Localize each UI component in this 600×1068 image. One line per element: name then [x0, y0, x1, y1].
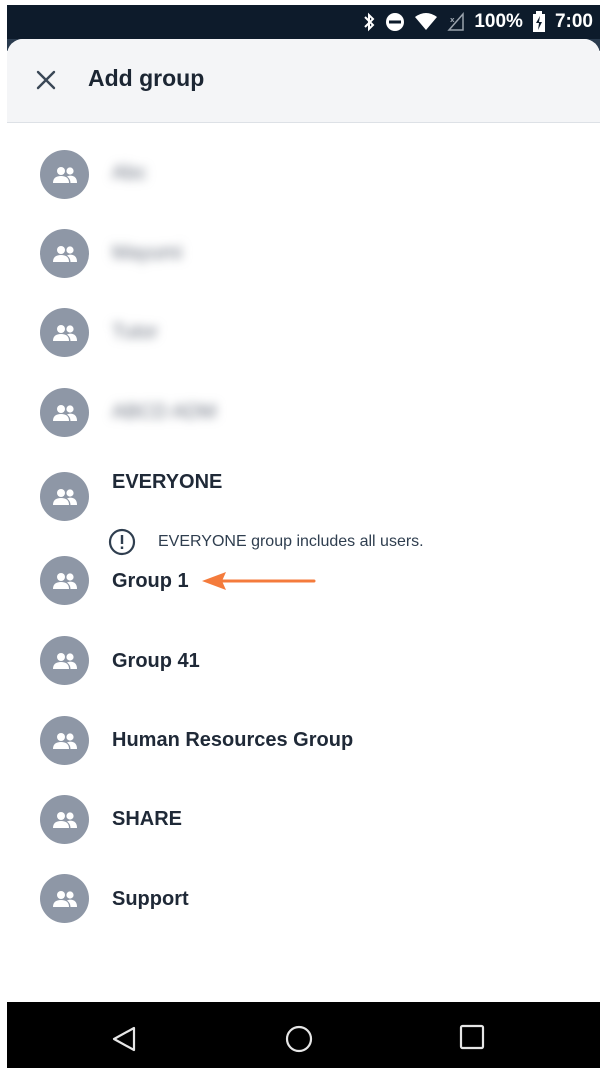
- sheet-header: Add group: [7, 39, 600, 123]
- cell-signal-icon: x: [447, 12, 465, 32]
- bluetooth-icon: [362, 12, 376, 32]
- group-icon: [52, 404, 77, 421]
- wifi-icon: [414, 12, 438, 32]
- back-triangle-icon: [112, 1026, 136, 1052]
- group-avatar: [40, 150, 89, 199]
- group-icon: [52, 245, 77, 262]
- group-avatar: [40, 388, 89, 437]
- group-label: Mayumi: [112, 242, 183, 264]
- svg-text:x: x: [450, 16, 455, 24]
- group-avatar: [40, 556, 89, 605]
- group-label: Tutor: [112, 321, 158, 343]
- clock: 7:00: [554, 11, 593, 32]
- everyone-notice: EVERYONE group includes all users.: [108, 528, 424, 556]
- group-avatar: [40, 636, 89, 685]
- group-label: Group 1: [112, 570, 189, 592]
- group-row[interactable]: Abc: [7, 136, 600, 214]
- group-row[interactable]: Group 41: [7, 622, 600, 700]
- group-icon: [52, 572, 77, 589]
- group-avatar: [40, 229, 89, 278]
- group-label: Human Resources Group: [112, 729, 354, 751]
- recents-button[interactable]: [455, 1020, 489, 1054]
- group-avatar: [40, 308, 89, 357]
- group-label: Support: [112, 888, 189, 910]
- group-row[interactable]: Human Resources Group: [7, 702, 600, 780]
- group-avatar: [40, 874, 89, 923]
- group-icon: [52, 488, 77, 505]
- group-label: Abc: [112, 162, 147, 184]
- arrow-left-icon: [202, 572, 316, 590]
- group-row[interactable]: Support: [7, 860, 600, 938]
- group-icon: [52, 732, 77, 749]
- group-row[interactable]: Mayumi: [7, 215, 600, 293]
- group-row[interactable]: Tutor: [7, 294, 600, 372]
- group-avatar: [40, 716, 89, 765]
- do-not-disturb-icon: [385, 12, 405, 32]
- group-row[interactable]: ABCD ADM: [7, 374, 600, 452]
- battery-charging-icon: [532, 11, 546, 33]
- group-icon: [52, 890, 77, 907]
- group-icon: [52, 811, 77, 828]
- group-avatar: [40, 795, 89, 844]
- group-label: ABCD ADM: [112, 401, 217, 423]
- battery-percent: 100%: [474, 11, 523, 32]
- group-row[interactable]: EVERYONE: [7, 458, 600, 536]
- info-circle-icon: [108, 528, 136, 556]
- group-icon: [52, 652, 77, 669]
- group-label: EVERYONE: [112, 471, 223, 493]
- group-icon: [52, 324, 77, 341]
- group-icon: [52, 166, 77, 183]
- home-button[interactable]: [282, 1022, 316, 1056]
- status-bar: x 100% 7:00: [7, 5, 600, 39]
- group-row[interactable]: SHARE: [7, 781, 600, 859]
- system-nav-bar: [7, 1002, 600, 1068]
- close-icon: [36, 70, 56, 90]
- home-circle-icon: [285, 1025, 313, 1053]
- page-title: Add group: [88, 65, 205, 91]
- group-label: SHARE: [112, 808, 183, 830]
- recents-square-icon: [459, 1024, 485, 1050]
- everyone-notice-text: EVERYONE group includes all users.: [158, 533, 424, 550]
- close-button[interactable]: [33, 67, 59, 93]
- group-label: Group 41: [112, 650, 200, 672]
- back-button[interactable]: [107, 1022, 141, 1056]
- group-avatar: [40, 472, 89, 521]
